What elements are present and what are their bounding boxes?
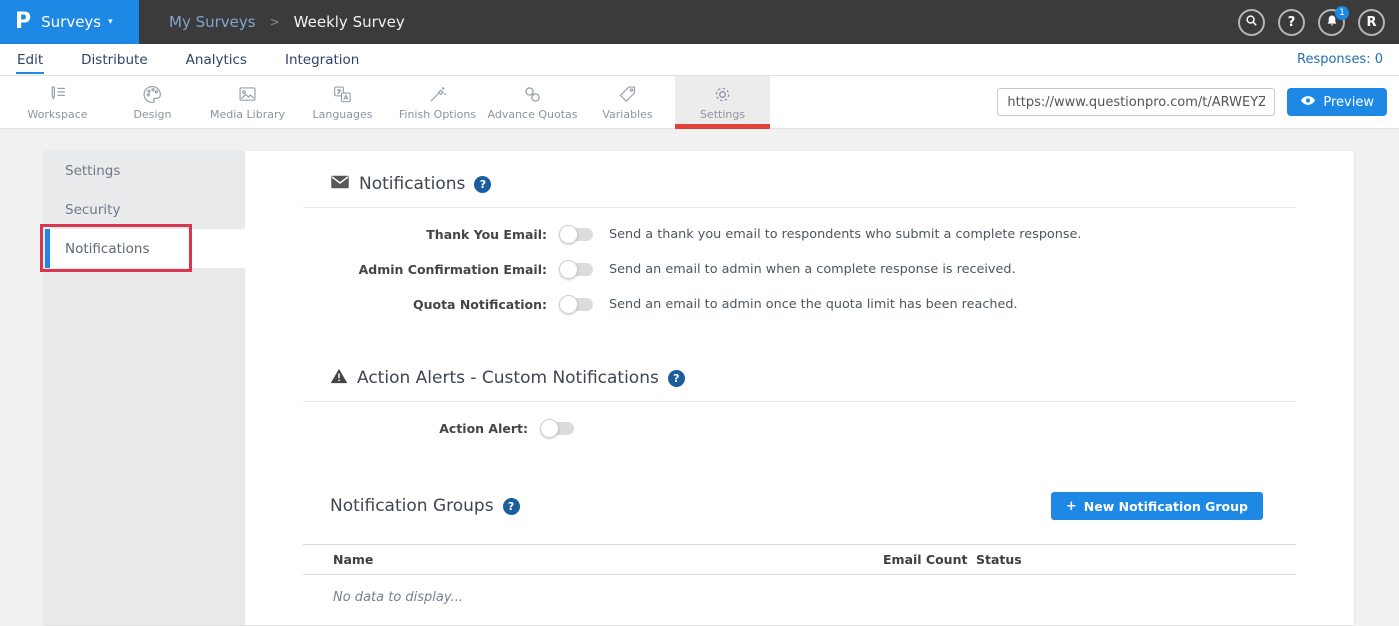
- notifications-help-icon[interactable]: ?: [474, 176, 491, 193]
- finish-options-icon: [427, 84, 448, 106]
- help-icon: ?: [1288, 15, 1296, 30]
- questionpro-logo: P: [15, 11, 31, 33]
- variables-icon: [617, 84, 638, 106]
- eye-icon: [1300, 95, 1316, 110]
- toolbar-item-media-library[interactable]: Media Library: [200, 76, 295, 128]
- sidebar-item-security[interactable]: Security: [45, 190, 245, 229]
- settings-card: Settings Security Notifications Notifica…: [45, 151, 1354, 625]
- admin-confirmation-email-label: Admin Confirmation Email:: [303, 262, 547, 277]
- preview-button[interactable]: Preview: [1287, 88, 1387, 116]
- new-notification-group-label: New Notification Group: [1084, 499, 1248, 514]
- responses-count[interactable]: Responses: 0: [1297, 52, 1383, 67]
- notifications-section-title: Notifications: [359, 174, 465, 194]
- column-header-email-count: Email Count: [883, 552, 976, 567]
- thank-you-email-toggle[interactable]: [561, 228, 593, 241]
- avatar-initial: R: [1366, 15, 1376, 30]
- breadcrumb: My Surveys > Weekly Survey: [169, 13, 405, 31]
- sidebar-item-settings[interactable]: Settings: [45, 151, 245, 190]
- settings-gear-icon: [712, 84, 733, 106]
- section-divider: [303, 207, 1296, 208]
- action-alert-toggles: Action Alert:: [303, 421, 1296, 436]
- notification-groups-header: Notification Groups ? + New Notification…: [303, 492, 1296, 520]
- toolbar-right-group: Preview: [997, 76, 1399, 128]
- tab-distribute[interactable]: Distribute: [80, 45, 149, 74]
- surveys-menu-label: Surveys: [41, 13, 101, 31]
- admin-confirmation-email-row: Admin Confirmation Email: Send an email …: [303, 262, 1296, 277]
- tab-edit[interactable]: Edit: [16, 45, 44, 74]
- table-empty-message: No data to display...: [303, 575, 1296, 605]
- envelope-icon: [330, 174, 350, 194]
- notification-count-badge: 1: [1335, 6, 1349, 20]
- edit-toolbar: Workspace Design Media Library Languages…: [0, 76, 1399, 129]
- settings-page: Settings Security Notifications Notifica…: [0, 129, 1399, 625]
- thank-you-email-label: Thank You Email:: [303, 227, 547, 242]
- warning-triangle-icon: [330, 368, 348, 388]
- sidebar-item-notifications[interactable]: Notifications: [45, 229, 245, 268]
- quota-notification-row: Quota Notification: Send an email to adm…: [303, 297, 1296, 312]
- header-actions: ? 1 R: [1238, 9, 1399, 36]
- action-alert-row: Action Alert:: [303, 421, 1296, 436]
- notification-groups-help-icon[interactable]: ?: [503, 498, 520, 515]
- workspace-icon: [47, 84, 68, 106]
- media-library-icon: [237, 84, 258, 106]
- notifications-panel: Notifications ? Thank You Email: Send a …: [245, 151, 1354, 625]
- notifications-section-header: Notifications ?: [303, 174, 1296, 194]
- surveys-app-menu[interactable]: P Surveys ▾: [0, 0, 139, 44]
- tab-analytics[interactable]: Analytics: [185, 45, 248, 74]
- notification-groups-title: Notification Groups: [330, 496, 494, 516]
- section-divider: [303, 401, 1296, 402]
- search-icon: [1244, 13, 1259, 32]
- toolbar-item-settings[interactable]: Settings: [675, 76, 770, 128]
- admin-confirmation-email-description: Send an email to admin when a complete r…: [609, 262, 1016, 277]
- thank-you-email-description: Send a thank you email to respondents wh…: [609, 227, 1082, 242]
- toolbar-item-finish-options[interactable]: Finish Options: [390, 76, 485, 128]
- chevron-down-icon: ▾: [108, 17, 113, 27]
- action-alert-toggle[interactable]: [542, 422, 574, 435]
- survey-url-input[interactable]: [997, 88, 1275, 116]
- advance-quotas-icon: [522, 84, 543, 106]
- notifications-button[interactable]: 1: [1318, 9, 1345, 36]
- action-alerts-section-title: Action Alerts - Custom Notifications: [357, 368, 659, 388]
- action-alert-label: Action Alert:: [303, 421, 528, 436]
- preview-button-label: Preview: [1323, 95, 1374, 110]
- notification-toggles: Thank You Email: Send a thank you email …: [303, 227, 1296, 312]
- column-header-status: Status: [976, 552, 1296, 567]
- toolbar-item-variables[interactable]: Variables: [580, 76, 675, 128]
- breadcrumb-my-surveys[interactable]: My Surveys: [169, 13, 256, 31]
- help-button[interactable]: ?: [1278, 9, 1305, 36]
- languages-icon: [332, 84, 353, 106]
- toolbar-item-workspace[interactable]: Workspace: [10, 76, 105, 128]
- action-alerts-help-icon[interactable]: ?: [668, 370, 685, 387]
- breadcrumb-separator: >: [270, 15, 280, 29]
- breadcrumb-current-survey: Weekly Survey: [294, 13, 405, 31]
- quota-notification-description: Send an email to admin once the quota li…: [609, 297, 1018, 312]
- toolbar-item-design[interactable]: Design: [105, 76, 200, 128]
- column-header-name: Name: [303, 552, 883, 567]
- user-avatar[interactable]: R: [1358, 9, 1385, 36]
- new-notification-group-button[interactable]: + New Notification Group: [1051, 492, 1263, 520]
- notification-groups-table: Name Email Count Status No data to displ…: [303, 544, 1296, 605]
- thank-you-email-row: Thank You Email: Send a thank you email …: [303, 227, 1296, 242]
- top-header-bar: P Surveys ▾ My Surveys > Weekly Survey ?…: [0, 0, 1399, 44]
- table-header-row: Name Email Count Status: [303, 544, 1296, 575]
- plus-icon: +: [1066, 499, 1077, 514]
- toolbar-item-languages[interactable]: Languages: [295, 76, 390, 128]
- design-icon: [142, 84, 163, 106]
- quota-notification-toggle[interactable]: [561, 298, 593, 311]
- survey-nav-tabs: Edit Distribute Analytics Integration Re…: [0, 44, 1399, 76]
- settings-sidebar: Settings Security Notifications: [45, 151, 245, 625]
- tab-integration[interactable]: Integration: [284, 45, 360, 74]
- admin-confirmation-email-toggle[interactable]: [561, 263, 593, 276]
- quota-notification-label: Quota Notification:: [303, 297, 547, 312]
- toolbar-item-advance-quotas[interactable]: Advance Quotas: [485, 76, 580, 128]
- search-button[interactable]: [1238, 9, 1265, 36]
- action-alerts-section-header: Action Alerts - Custom Notifications ?: [303, 368, 1296, 388]
